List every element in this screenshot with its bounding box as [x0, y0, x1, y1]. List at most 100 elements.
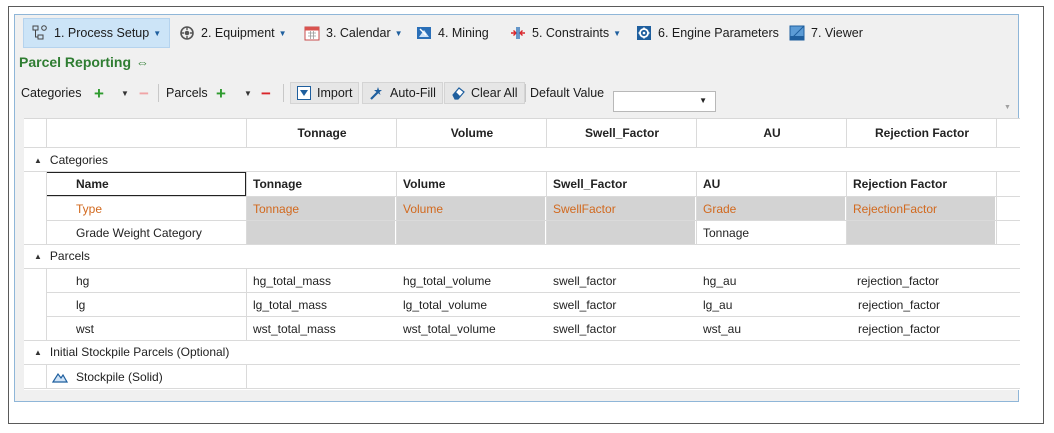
grid-divider: [46, 269, 47, 340]
parcel-cell[interactable]: rejection_factor: [858, 317, 996, 340]
grade-weight-cell: [847, 221, 995, 244]
parcel-grid: Tonnage Volume Swell_Factor AU Rejection…: [24, 118, 1020, 390]
tab-calendar[interactable]: 3. Calendar ▼: [296, 18, 411, 48]
tab-engine-parameters[interactable]: 6. Engine Parameters: [628, 18, 787, 48]
minus-icon: −: [261, 83, 271, 103]
parcel-cell[interactable]: wst_total_volume: [403, 317, 546, 340]
grid-divider: [246, 172, 247, 244]
group-label: Categories: [49, 153, 108, 167]
parcel-row-name[interactable]: hg: [76, 269, 246, 292]
tab-mining[interactable]: 4. Mining: [408, 18, 497, 48]
stockpile-label: Stockpile (Solid): [76, 369, 163, 384]
grade-weight-row-name: Grade Weight Category: [76, 225, 202, 240]
remove-category-button[interactable]: −: [139, 82, 149, 104]
grade-weight-cell: [397, 221, 545, 244]
grid-divider: [396, 119, 397, 147]
link-icon[interactable]: ⇔: [136, 55, 149, 70]
grid-divider: [696, 119, 697, 147]
grid-divider: [24, 388, 1020, 389]
column-header-au[interactable]: AU: [697, 119, 847, 147]
tab-equipment[interactable]: 2. Equipment ▼: [171, 18, 295, 48]
column-header-volume[interactable]: Volume: [397, 119, 547, 147]
toolbar-divider: [525, 84, 526, 102]
toolbar: Categories + ▼ − Parcels + ▼ − Import Au…: [15, 80, 1018, 106]
remove-parcel-button[interactable]: −: [261, 82, 271, 104]
type-cell[interactable]: Grade: [697, 197, 845, 220]
categories-col-header: Rejection Factor: [853, 177, 948, 191]
parcel-row-name[interactable]: lg: [76, 293, 246, 316]
parcel-cell[interactable]: lg_total_volume: [403, 293, 546, 316]
add-parcel-dropdown[interactable]: ▼: [244, 82, 252, 104]
autofill-button[interactable]: Auto-Fill: [362, 82, 443, 104]
parcel-cell[interactable]: lg_total_mass: [253, 293, 396, 316]
collapse-triangle-icon[interactable]: ▲: [34, 156, 42, 165]
add-category-button[interactable]: +: [94, 82, 104, 104]
grid-divider: [46, 119, 47, 147]
tab-process-setup[interactable]: 1. Process Setup ▼: [23, 18, 171, 48]
chevron-down-icon: ▼: [699, 96, 707, 105]
stockpile-group-row[interactable]: ▲ Initial Stockpile Parcels (Optional): [24, 342, 424, 362]
toolbar-divider: [158, 84, 159, 102]
parcel-cell[interactable]: hg_au: [703, 269, 846, 292]
tab-label: 6. Engine Parameters: [658, 26, 779, 40]
grid-divider: [846, 119, 847, 147]
parcel-cell[interactable]: hg_total_volume: [403, 269, 546, 292]
chevron-down-icon[interactable]: ▼: [153, 29, 161, 38]
parcel-cell[interactable]: swell_factor: [553, 293, 696, 316]
magic-wand-icon: [369, 86, 384, 100]
chevron-down-icon[interactable]: ▼: [395, 29, 403, 38]
categories-col-header: Swell_Factor: [553, 177, 628, 191]
chevron-down-icon[interactable]: ▼: [613, 29, 621, 38]
group-label: Parcels: [49, 249, 90, 263]
clear-all-button[interactable]: Clear All: [444, 82, 525, 104]
parcels-group-row[interactable]: ▲ Parcels: [24, 246, 324, 266]
add-category-dropdown[interactable]: ▼: [121, 82, 129, 104]
import-button[interactable]: Import: [290, 82, 360, 104]
categories-col-header: Volume: [403, 177, 446, 191]
stockpile-icon: [52, 371, 68, 383]
parcel-cell[interactable]: lg_au: [703, 293, 846, 316]
type-cell[interactable]: RejectionFactor: [847, 197, 995, 220]
parcels-label: Parcels: [166, 86, 208, 100]
import-label: Import: [317, 86, 353, 100]
parcel-cell[interactable]: hg_total_mass: [253, 269, 396, 292]
stockpile-row[interactable]: Stockpile (Solid): [52, 365, 246, 388]
collapse-triangle-icon[interactable]: ▲: [34, 252, 42, 261]
parcel-cell[interactable]: wst_au: [703, 317, 846, 340]
column-header-rejection-factor[interactable]: Rejection Factor: [847, 119, 997, 147]
tab-label: 3. Calendar: [326, 26, 391, 40]
grade-weight-au-cell[interactable]: Tonnage: [703, 221, 846, 244]
parcel-cell[interactable]: rejection_factor: [858, 293, 996, 316]
chevron-down-icon[interactable]: ▼: [279, 29, 287, 38]
collapse-triangle-icon[interactable]: ▲: [34, 348, 42, 357]
calendar-icon: [304, 25, 320, 41]
parcel-cell[interactable]: swell_factor: [553, 317, 696, 340]
grid-divider: [246, 365, 247, 388]
grid-divider: [546, 119, 547, 147]
parcel-row-name[interactable]: wst: [76, 317, 246, 340]
parcel-cell[interactable]: wst_total_mass: [253, 317, 396, 340]
add-parcel-button[interactable]: +: [216, 82, 226, 104]
default-value-select[interactable]: ▼: [613, 91, 716, 112]
process-flow-icon: [32, 25, 48, 41]
chevron-down-icon: ▼: [244, 88, 252, 98]
categories-group-row[interactable]: ▲ Categories: [24, 150, 324, 170]
grid-divider: [46, 172, 47, 244]
eraser-icon: [451, 86, 465, 100]
type-cell[interactable]: SwellFactor: [547, 197, 695, 220]
type-cell[interactable]: Tonnage: [247, 197, 395, 220]
categories-name-header: Name: [76, 177, 109, 191]
tab-constraints[interactable]: 5. Constraints ▼: [502, 18, 629, 48]
tab-label: 4. Mining: [438, 26, 489, 40]
tab-viewer[interactable]: 7. Viewer: [781, 18, 871, 48]
type-cell[interactable]: Volume: [397, 197, 545, 220]
tab-label: 1. Process Setup: [54, 26, 150, 40]
parcel-cell[interactable]: rejection_factor: [857, 269, 996, 292]
column-header-tonnage[interactable]: Tonnage: [247, 119, 397, 147]
column-header-swell-factor[interactable]: Swell_Factor: [547, 119, 697, 147]
tab-label: 5. Constraints: [532, 26, 610, 40]
grid-divider: [46, 365, 47, 388]
parcel-cell[interactable]: swell_factor: [553, 269, 696, 292]
toolbar-overflow-icon[interactable]: ▼: [1004, 104, 1011, 111]
tab-label: 2. Equipment: [201, 26, 275, 40]
